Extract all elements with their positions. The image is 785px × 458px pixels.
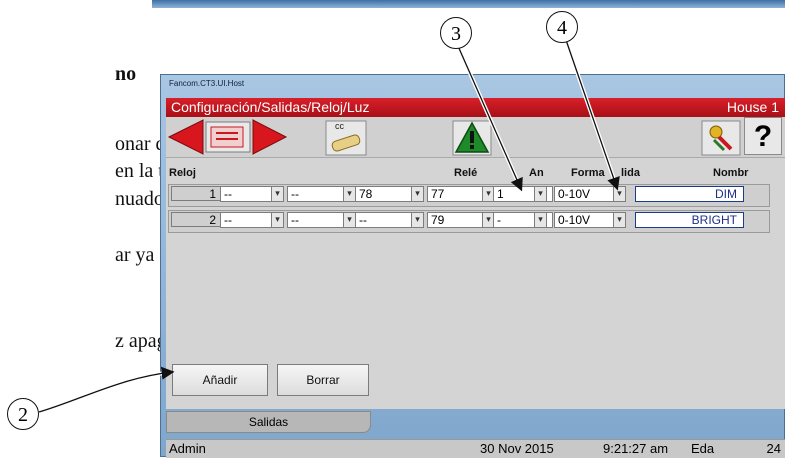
field-relay[interactable]: 79 (427, 212, 489, 228)
chevron-down-icon[interactable]: ▾ (613, 212, 626, 228)
field-relay[interactable]: 77 (427, 186, 489, 202)
breadcrumb-bar: Configuración/Salidas/Reloj/Luz House 1 (166, 98, 785, 117)
help-icon[interactable]: ? (744, 117, 782, 155)
col-header-rele: Relé (454, 167, 478, 179)
col-header-an: An (529, 167, 544, 179)
field-clock-3[interactable]: -- (355, 212, 415, 228)
house-label: House 1 (726, 99, 779, 115)
callout-4: 4 (546, 11, 578, 43)
window-title: Fancom.CT3.UI.Host (169, 79, 245, 88)
field-clock-1[interactable]: -- (220, 186, 276, 202)
chevron-down-icon[interactable]: ▾ (613, 186, 626, 202)
callout-3: 3 (440, 17, 472, 49)
status-user: Admin (169, 441, 206, 456)
field-clock-2[interactable]: -- (287, 186, 349, 202)
col-header-salida: lida (621, 167, 640, 179)
status-bar: Admin 30 Nov 2015 9:21:27 am Eda 24 (166, 439, 785, 458)
chevron-down-icon[interactable]: ▾ (534, 186, 547, 202)
status-time: 9:21:27 am (603, 441, 669, 456)
doc-heading-fragment: no (115, 63, 137, 85)
chevron-down-icon[interactable]: ▾ (271, 186, 284, 202)
chevron-down-icon[interactable]: ▾ (411, 186, 424, 202)
toolbar (166, 117, 785, 158)
col-header-nombre: Nombr (713, 167, 749, 179)
nav-group (168, 119, 246, 153)
field-clock-3[interactable]: 78 (355, 186, 415, 202)
field-clock-1[interactable]: -- (220, 212, 276, 228)
cc-label: cc (335, 121, 344, 131)
status-day: 24 (766, 441, 781, 456)
tab-salidas[interactable]: Salidas (166, 411, 371, 433)
table-row: 2 -- ▾ -- ▾ -- ▾ 79 ▾ - ▾ 0-10V ▾ BRIGHT (168, 210, 770, 233)
chevron-down-icon[interactable]: ▾ (534, 212, 547, 228)
col-header-reloj: Reloj (169, 167, 196, 179)
field-clock-2[interactable]: -- (287, 212, 349, 228)
col-header-forma: Forma (571, 167, 605, 179)
callout-2: 2 (7, 398, 39, 430)
breadcrumb: Configuración/Salidas/Reloj/Luz (171, 99, 370, 115)
chevron-down-icon[interactable]: ▾ (271, 212, 284, 228)
field-name[interactable]: DIM (635, 186, 744, 202)
status-mode: Eda (691, 441, 715, 456)
chevron-down-icon[interactable]: ▾ (411, 212, 424, 228)
row-number: 1 (171, 186, 221, 201)
field-name[interactable]: BRIGHT (635, 212, 744, 228)
delete-button[interactable]: Borrar (277, 364, 369, 396)
callout-arrow-2 (38, 366, 175, 414)
table-row: 1 -- ▾ -- ▾ 78 ▾ 77 ▾ 1 ▾ 0-10V ▾ DIM (168, 184, 770, 207)
row-number: 2 (171, 212, 221, 227)
window-top-edge (152, 0, 785, 8)
add-button[interactable]: Añadir (172, 364, 268, 396)
status-date: 30 Nov 2015 (480, 441, 554, 456)
